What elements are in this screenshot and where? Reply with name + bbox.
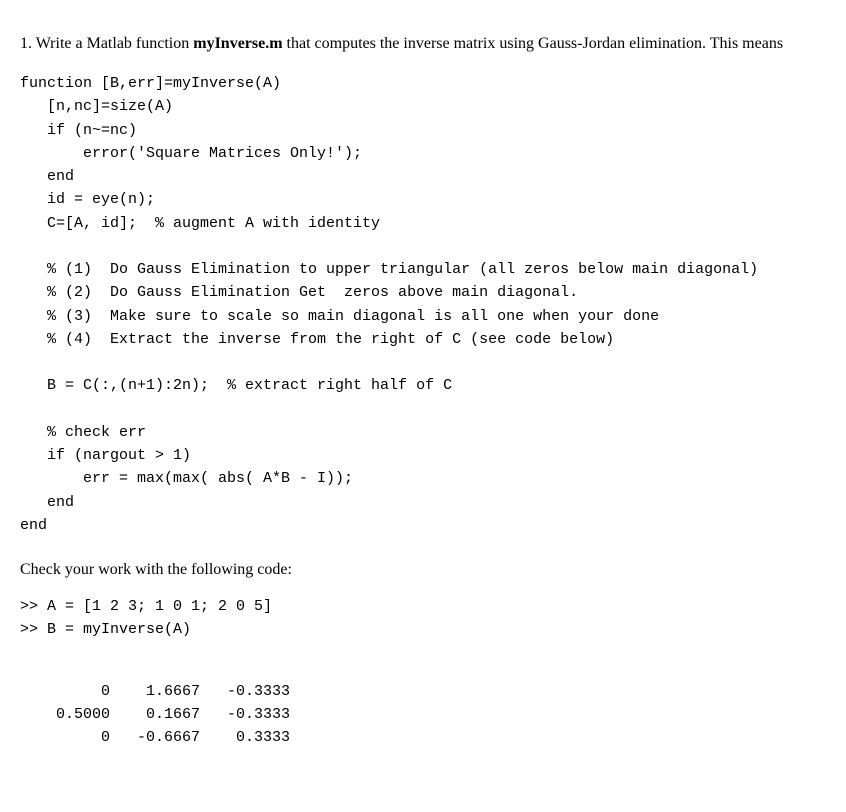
function-name: myInverse.m [193, 35, 282, 52]
problem-text-post: that computes the inverse matrix using G… [283, 35, 784, 52]
output-matrix: 0 1.6667 -0.3333 0.5000 0.1667 -0.3333 0… [20, 680, 826, 750]
check-instruction: Check your work with the following code: [20, 561, 826, 579]
problem-statement: 1. Write a Matlab function myInverse.m t… [20, 32, 826, 56]
problem-text-pre: Write a Matlab function [32, 35, 193, 52]
problem-number: 1. [20, 35, 32, 52]
code-block-main: function [B,err]=myInverse(A) [n,nc]=siz… [20, 72, 826, 537]
code-block-check: >> A = [1 2 3; 1 0 1; 2 0 5] >> B = myIn… [20, 595, 826, 642]
